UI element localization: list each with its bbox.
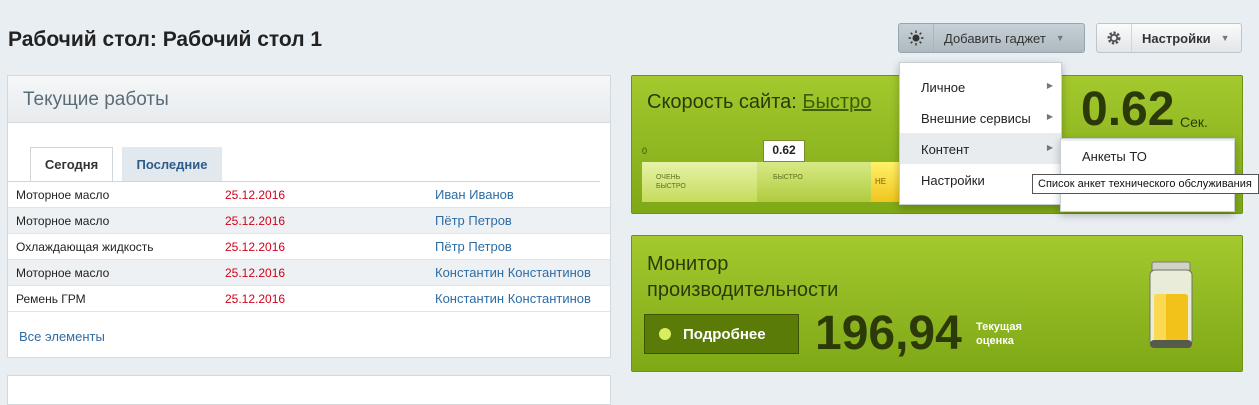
- site-speed-status-link[interactable]: Быстро: [802, 91, 871, 113]
- row-person-link[interactable]: Иван Иванов: [435, 187, 514, 202]
- performance-monitor-widget: Монитор производительности Подробнее 196…: [631, 235, 1243, 372]
- row-person-link[interactable]: Константин Константинов: [435, 291, 591, 306]
- scale-segment-fast: БЫСТРО: [757, 162, 871, 202]
- row-date: 25.12.2016: [225, 188, 286, 202]
- scale-segment-very-fast: ОЧЕНЬ БЫСТРО: [642, 162, 757, 202]
- scale-zero-label: 0: [642, 146, 648, 156]
- lightbulb-icon: [899, 24, 934, 52]
- settings-button[interactable]: Настройки ▼: [1096, 23, 1242, 53]
- scale-label-fast: БЫСТРО: [656, 183, 686, 190]
- table-row[interactable]: Моторное масло 25.12.2016 Пётр Петров: [8, 208, 610, 234]
- speed-unit: Сек.: [1180, 114, 1208, 130]
- menu-item-label: Личное: [921, 80, 966, 95]
- battery-icon: [1148, 260, 1194, 350]
- chevron-right-icon: ▶: [1046, 81, 1053, 90]
- menu-item-label: Контент: [921, 142, 970, 157]
- table-row[interactable]: Ремень ГРМ 25.12.2016 Константин Констан…: [8, 286, 610, 312]
- tab-today[interactable]: Сегодня: [30, 147, 113, 181]
- speed-value: 0.62: [1081, 83, 1175, 136]
- chevron-right-icon: ▶: [1046, 143, 1053, 152]
- menu-item-personal[interactable]: Личное ▶: [900, 71, 1061, 102]
- chevron-right-icon: ▶: [1046, 112, 1053, 121]
- speed-marker: 0.62: [763, 140, 805, 162]
- score-label-line2: оценка: [976, 335, 1014, 347]
- site-speed-label: Скорость сайта:: [647, 91, 797, 113]
- row-date: 25.12.2016: [225, 214, 286, 228]
- scale-label-slow: НЕ: [875, 177, 887, 186]
- menu-item-content[interactable]: Контент ▶: [900, 133, 1061, 164]
- scale-segment-slow: НЕ: [871, 162, 901, 202]
- row-date: 25.12.2016: [225, 240, 286, 254]
- gear-icon: [1097, 24, 1132, 52]
- row-person-link[interactable]: Пётр Петров: [435, 239, 512, 254]
- add-gadget-label: Добавить гаджет: [944, 30, 1046, 46]
- submenu-item-questionnaires[interactable]: Анкеты ТО: [1082, 149, 1147, 164]
- chevron-down-icon: ▼: [1055, 33, 1065, 43]
- monitor-title: Монитор производительности: [647, 251, 838, 303]
- row-person-link[interactable]: Пётр Петров: [435, 213, 512, 228]
- panel-header: Текущие работы: [8, 76, 610, 123]
- current-work-panel: Текущие работы Сегодня Последние Моторно…: [7, 75, 611, 358]
- tooltip: Список анкет технического обслуживания: [1032, 174, 1259, 194]
- add-gadget-button[interactable]: Добавить гаджет ▼: [898, 23, 1085, 53]
- settings-label: Настройки: [1142, 30, 1211, 46]
- row-date: 25.12.2016: [225, 292, 286, 306]
- tab-recent[interactable]: Последние: [122, 147, 222, 181]
- details-button[interactable]: Подробнее: [644, 314, 799, 354]
- menu-item-label: Внешние сервисы: [921, 111, 1031, 126]
- monitor-score-label: Текущая оценка: [976, 320, 1022, 348]
- chevron-down-icon: ▼: [1220, 33, 1230, 43]
- scale-label-very: ОЧЕНЬ: [656, 174, 681, 181]
- row-item: Моторное масло: [16, 188, 110, 202]
- score-label-line1: Текущая: [976, 321, 1022, 333]
- row-date: 25.12.2016: [225, 266, 286, 280]
- monitor-title-line2: производительности: [647, 279, 839, 301]
- menu-item-label: Настройки: [921, 173, 985, 188]
- row-item: Охлаждающая жидкость: [16, 240, 154, 254]
- page-title: Рабочий стол: Рабочий стол 1: [8, 28, 323, 51]
- table-row[interactable]: Моторное масло 25.12.2016 Иван Иванов: [8, 182, 610, 208]
- scale-label-fast2: БЫСТРО: [773, 174, 803, 181]
- panel-title: Текущие работы: [23, 89, 169, 110]
- menu-item-external-services[interactable]: Внешние сервисы ▶: [900, 102, 1061, 133]
- row-item: Моторное масло: [16, 214, 110, 228]
- next-panel: [7, 375, 611, 405]
- speed-scale: ОЧЕНЬ БЫСТРО БЫСТРО НЕ: [642, 162, 901, 202]
- monitor-title-line1: Монитор: [647, 253, 729, 275]
- all-elements-link[interactable]: Все элементы: [19, 329, 105, 344]
- row-item: Моторное масло: [16, 266, 110, 280]
- table-row[interactable]: Моторное масло 25.12.2016 Константин Кон…: [8, 260, 610, 286]
- row-person-link[interactable]: Константин Константинов: [435, 265, 591, 280]
- work-table: Моторное масло 25.12.2016 Иван Иванов Мо…: [8, 182, 610, 312]
- site-speed-title: Скорость сайта: Быстро: [647, 91, 871, 114]
- details-button-label: Подробнее: [683, 325, 766, 343]
- status-dot-icon: [659, 328, 671, 340]
- table-row[interactable]: Охлаждающая жидкость 25.12.2016 Пётр Пет…: [8, 234, 610, 260]
- row-item: Ремень ГРМ: [16, 292, 86, 306]
- monitor-score: 196,94: [815, 307, 962, 360]
